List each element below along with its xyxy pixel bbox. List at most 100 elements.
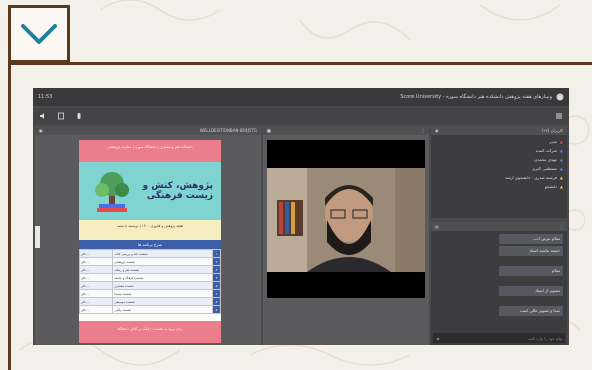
event-poster: دانشکده هنر و معماری | دانشگاه سوره | مع… [79,140,221,343]
webinar-screenshot: 11:53 Score University - وبینارهای هفته … [33,88,569,345]
main-toolbar [33,108,569,124]
frame-left-line [8,62,11,370]
speaker-icon[interactable] [39,112,47,120]
poster-title-line1: پژوهش، کنش و [142,181,213,191]
list-item[interactable]: مهدی محمدی ▲ [451,155,563,164]
user-name: دانشجو [544,184,557,189]
table-cell-title: نشست هنر و رسانه [112,265,213,274]
table-cell-speaker: دکتر ... [79,249,114,258]
webcam-panel-header: ■ ⋮ [263,126,429,135]
chat-placeholder: پیام خود را وارد کنید [528,335,562,341]
poster-subtitle: هفته پژوهش و فناوری ۱۴۰۰ | دوشنبه تا شنب… [79,220,221,240]
window-title: Score University - وبینارهای هفته پژوهش … [400,94,552,100]
table-row: دکتر ... نشست موسیقی ۷ [79,297,221,306]
user-status-icon: ▲ [559,175,563,180]
table-cell-speaker: دکتر ... [79,281,114,290]
table-cell-number: ۷ [212,297,221,306]
app-logo-icon [556,93,564,101]
send-icon[interactable]: ◀ [436,336,439,341]
table-cell-title: نشست موسیقی [112,297,213,306]
poster-footer: برای ورود به جلسات | لینک در کانال دانشگ… [79,321,221,343]
list-item[interactable]: مصطفی اکبری ▲ [451,164,563,173]
user-name: مصطفی اکبری [531,166,557,171]
table-cell-title: نشست نقد و بررسی کتاب [112,249,213,258]
table-cell-title: نشست سینما [112,289,213,298]
program-table: دکتر ... نشست نقد و بررسی کتاب ۱ دکتر ... ن… [79,249,221,314]
poster-title-line2: زیست فرهنگی [146,191,213,201]
user-status-icon: ▲ [559,148,563,153]
chat-message: خسته نباشید استاد [499,246,563,256]
table-cell-speaker: دکتر ... [79,305,114,314]
chat-message: سلام عرض ادب [499,234,563,244]
panel-more-icon[interactable]: ⋮ [559,224,563,229]
poster-title: پژوهش، کنش و زیست فرهنگی [143,181,213,201]
table-cell-speaker: دکتر ... [79,265,114,274]
poster-header: دانشکده هنر و معماری | دانشگاه سوره | مع… [79,140,221,162]
hand-raise-icon[interactable] [75,112,83,120]
document-tab-icon[interactable]: ▣ [39,128,43,133]
table-row: دکتر ... نشست سینما ۶ [79,289,221,298]
document-icon[interactable] [57,112,65,120]
users-panel: ◉ کاربران (۲۷) مدیر ▲ شرکت کننده ▲ مهدی مح… [431,126,567,218]
app-titlebar: 11:53 Score University - وبینارهای هفته … [33,88,569,106]
user-status-icon: ▲ [559,157,563,162]
chat-panel-header: ▤ ⋮ [431,222,567,231]
menu-icon[interactable] [555,112,563,120]
chat-message: ممنون از استاد [499,286,563,296]
table-row: دکتر ... نشست نقد و بررسی کتاب ۱ [79,249,221,258]
table-cell-speaker: دکتر ... [79,289,114,298]
table-cell-number: ۳ [212,265,221,274]
users-panel-header: ◉ کاربران (۲۷) [431,126,567,135]
speaker-video-frame [267,140,425,298]
user-name: مهدی محمدی [534,157,557,162]
users-icon: ◉ [435,128,439,133]
chevron-down-icon [21,24,57,44]
table-cell-number: ۲ [212,257,221,266]
user-status-icon: ▲ [559,139,563,144]
table-cell-title: نشست معماری [112,281,213,290]
user-name: مدیر [549,139,557,144]
table-cell-speaker: دکتر ... [79,257,114,266]
table-cell-number: ۴ [212,273,221,282]
user-status-icon: ▲ [559,166,563,171]
list-item[interactable]: فرشته صدری - دانشجوی ارشد ▲ [451,173,563,182]
table-cell-speaker: دکتر ... [79,297,114,306]
user-status-icon: ▲ [559,184,563,189]
webcam-panel: ■ ⋮ [263,126,429,345]
panel-more-icon[interactable]: ⋮ [421,128,425,133]
camera-icon: ■ [267,128,271,133]
users-header: کاربران (۲۷) [541,128,563,133]
list-item[interactable]: مدیر ▲ [451,137,563,146]
table-cell-title: نشست پژوهشی [112,257,213,266]
chat-panel: ▤ ⋮ سلام عرض ادب خسته نباشید استاد سلام … [431,222,567,345]
table-cell-speaker: دکتر ... [79,273,114,282]
list-item[interactable]: دانشجو ▲ [451,182,563,191]
tree-books-illustration [95,172,129,212]
clock-label: 11:53 [38,94,53,100]
chat-message: صدا و تصویر عالی است [499,306,563,316]
table-row: دکتر ... نشست معماری ۵ [79,281,221,290]
table-row: دکتر ... نشست فرهنگ و جامعه ۴ [79,273,221,282]
table-cell-number: ۵ [212,281,221,290]
user-name: شرکت کننده [535,148,557,153]
collapse-toggle-button[interactable] [8,5,70,63]
chat-input[interactable]: ◀ پیام خود را وارد کنید [433,333,565,343]
table-cell-number: ۸ [212,305,221,314]
chat-message: سلام [499,266,563,276]
document-viewer-panel: ▣ WELLDESITIONBAN-8R4J5TG دانشکده هنر و … [35,126,261,345]
user-name: فرشته صدری - دانشجوی ارشد [505,175,557,180]
table-cell-title: نشست پایانی [112,305,213,314]
document-filename: WELLDESITIONBAN-8R4J5TG [199,128,257,133]
poster-table-title: شرح برنامه ها [79,240,221,249]
table-cell-title: نشست فرهنگ و جامعه [112,273,213,282]
table-cell-number: ۱ [212,249,221,258]
list-item[interactable]: شرکت کننده ▲ [451,146,563,155]
user-list: مدیر ▲ شرکت کننده ▲ مهدی محمدی ▲ مصطفی اکبر… [431,135,567,191]
webcam-video [267,140,425,298]
table-row: دکتر ... نشست پایانی ۸ [79,305,221,314]
document-panel-header: ▣ WELLDESITIONBAN-8R4J5TG [35,126,261,135]
side-panel-tab[interactable] [35,226,40,248]
chat-icon: ▤ [435,224,439,229]
table-row: دکتر ... نشست هنر و رسانه ۳ [79,265,221,274]
table-row: دکتر ... نشست پژوهشی ۲ [79,257,221,266]
